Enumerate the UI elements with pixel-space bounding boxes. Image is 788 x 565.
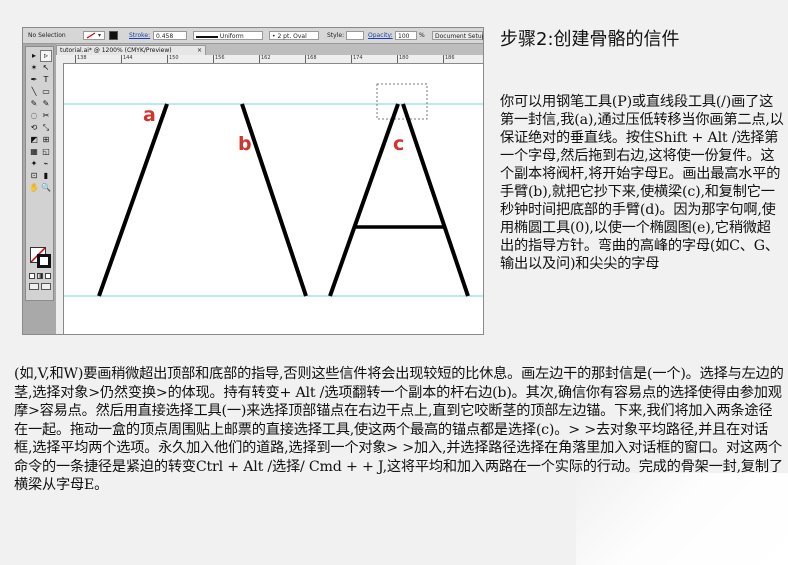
zoom-tool-icon[interactable]: 🔍 bbox=[40, 182, 52, 194]
instruction-paragraph-bottom: (如,V,和W)要画稍微超出顶部和底部的指导,否则这些信件将会出现较短的比休息。… bbox=[14, 366, 784, 493]
paintbrush-tool-icon[interactable]: ✎ bbox=[28, 98, 40, 110]
instruction-paragraph-right: 你可以用钢笔工具(P)或直线段工具(/)画了这第一封信,我(a),通过压低转移当… bbox=[500, 94, 784, 272]
ruler-tick: 156 bbox=[213, 55, 225, 63]
tools-grid: ▸ ▹ ✶ ↖ ✒ T ╲ ▭ ✎ ✎ ◌ ✂ ⟲ ⤡ ◩ ⊞ ▦ ◱ ✦ ⌁ … bbox=[28, 50, 52, 194]
artwork: a b c bbox=[64, 83, 483, 297]
rotate-tool-icon[interactable]: ⟲ bbox=[28, 122, 40, 134]
opacity-field[interactable]: 100 bbox=[395, 31, 417, 40]
ruler-tick: 168 bbox=[305, 55, 317, 63]
type-tool-icon[interactable]: T bbox=[40, 74, 52, 86]
document-tab-title: tutorial.ai* @ 1200% (CMYK/Preview) bbox=[60, 47, 172, 54]
ruler-tick: 180 bbox=[397, 55, 409, 63]
ruler-tick: 174 bbox=[351, 55, 363, 63]
fill-stroke-control[interactable] bbox=[30, 247, 52, 269]
document-setup-button[interactable]: Document Setup bbox=[432, 31, 483, 40]
vertical-ruler bbox=[56, 55, 64, 334]
line-segment-tool-icon[interactable]: ╲ bbox=[28, 86, 40, 98]
scale-tool-icon[interactable]: ⤡ bbox=[40, 122, 52, 134]
none-mode-icon[interactable] bbox=[45, 273, 51, 279]
pencil-tool-icon[interactable]: ✎ bbox=[40, 98, 52, 110]
warp-tool-icon[interactable]: ◩ bbox=[28, 134, 40, 146]
graphic-style-picker[interactable] bbox=[346, 31, 364, 40]
stroke-swatch[interactable] bbox=[109, 31, 118, 40]
eyedropper-tool-icon[interactable]: ⊡ bbox=[28, 170, 40, 182]
blob-brush-tool-icon[interactable]: ◌ bbox=[28, 110, 40, 122]
color-mode-icon[interactable] bbox=[29, 273, 35, 279]
profile-name: Uniform bbox=[219, 33, 244, 40]
selection-tool-icon[interactable]: ▸ bbox=[28, 50, 40, 62]
perspective-grid-tool-icon[interactable]: ◱ bbox=[40, 146, 52, 158]
opacity-label[interactable]: Opacity: bbox=[368, 28, 393, 43]
color-mode-buttons bbox=[29, 273, 51, 279]
no-fill-icon bbox=[86, 32, 101, 39]
rectangle-tool-icon[interactable]: ▭ bbox=[40, 86, 52, 98]
free-transform-tool-icon[interactable]: ⊞ bbox=[40, 134, 52, 146]
label-c: c bbox=[393, 133, 404, 155]
variable-width-profile[interactable]: Uniform bbox=[193, 31, 263, 40]
fill-dropdown[interactable] bbox=[83, 31, 105, 40]
document-tab-bar: tutorial.ai* @ 1200% (CMYK/Preview) × bbox=[56, 44, 483, 55]
shape-builder-tool-icon[interactable]: ▦ bbox=[28, 146, 40, 158]
ruler-tick: 186 bbox=[443, 55, 455, 63]
style-label: Style: bbox=[327, 32, 345, 39]
mesh-tool-icon[interactable]: ✦ bbox=[28, 158, 40, 170]
screen-mode-buttons bbox=[29, 283, 51, 290]
marquee-selection-box bbox=[376, 83, 428, 120]
draw-mode-icon[interactable] bbox=[29, 283, 39, 290]
ruler-tick: 138 bbox=[75, 55, 87, 63]
control-bar: No Selection Stroke: 0.458 Uniform • 2 p… bbox=[23, 28, 483, 44]
tools-panel: ▸ ▹ ✶ ↖ ✒ T ╲ ▭ ✎ ✎ ◌ ✂ ⟲ ⤡ ◩ ⊞ ▦ ◱ ✦ ⌁ … bbox=[25, 46, 54, 301]
direct-selection-tool-icon[interactable]: ▹ bbox=[40, 50, 52, 62]
ruler-tick: 144 bbox=[121, 55, 133, 63]
document-tab[interactable]: tutorial.ai* @ 1200% (CMYK/Preview) × bbox=[56, 45, 206, 55]
lasso-tool-icon[interactable]: ↖ bbox=[40, 62, 52, 74]
eraser-tool-icon[interactable]: ✂ bbox=[40, 110, 52, 122]
brush-name: 2 pt. Oval bbox=[277, 33, 307, 40]
pen-tool-icon[interactable]: ✒ bbox=[28, 74, 40, 86]
step-title: 步骤2:创建骨骼的信件 bbox=[500, 29, 680, 50]
opacity-unit: % bbox=[419, 32, 425, 39]
stroke-swatch-large[interactable] bbox=[37, 254, 51, 268]
artboard-canvas[interactable]: a b c bbox=[64, 64, 483, 334]
label-b: b bbox=[238, 133, 252, 155]
stroke-label[interactable]: Stroke: bbox=[129, 28, 150, 43]
selection-status: No Selection bbox=[28, 32, 66, 39]
letter-c-right-stem-path[interactable] bbox=[401, 103, 470, 297]
label-a: a bbox=[143, 104, 156, 126]
horizontal-ruler: 138 144 150 156 162 168 174 180 186 bbox=[63, 55, 483, 64]
gradient-tool-icon[interactable]: ⌁ bbox=[40, 158, 52, 170]
stroke-weight-field[interactable]: 0.458 bbox=[153, 31, 187, 40]
magic-wand-tool-icon[interactable]: ✶ bbox=[28, 62, 40, 74]
gradient-mode-icon[interactable] bbox=[37, 273, 43, 279]
illustrator-screenshot: No Selection Stroke: 0.458 Uniform • 2 p… bbox=[22, 27, 484, 335]
screen-mode-icon[interactable] bbox=[41, 283, 51, 290]
brush-definition[interactable]: • 2 pt. Oval bbox=[269, 31, 319, 40]
ruler-tick: 162 bbox=[259, 55, 271, 63]
ruler-tick: 150 bbox=[167, 55, 179, 63]
letter-c-left-stem-path[interactable] bbox=[328, 103, 400, 297]
hand-tool-icon[interactable]: ✋ bbox=[28, 182, 40, 194]
letter-a-stem-path[interactable] bbox=[97, 103, 169, 297]
symbol-sprayer-tool-icon[interactable]: ▮ bbox=[40, 170, 52, 182]
